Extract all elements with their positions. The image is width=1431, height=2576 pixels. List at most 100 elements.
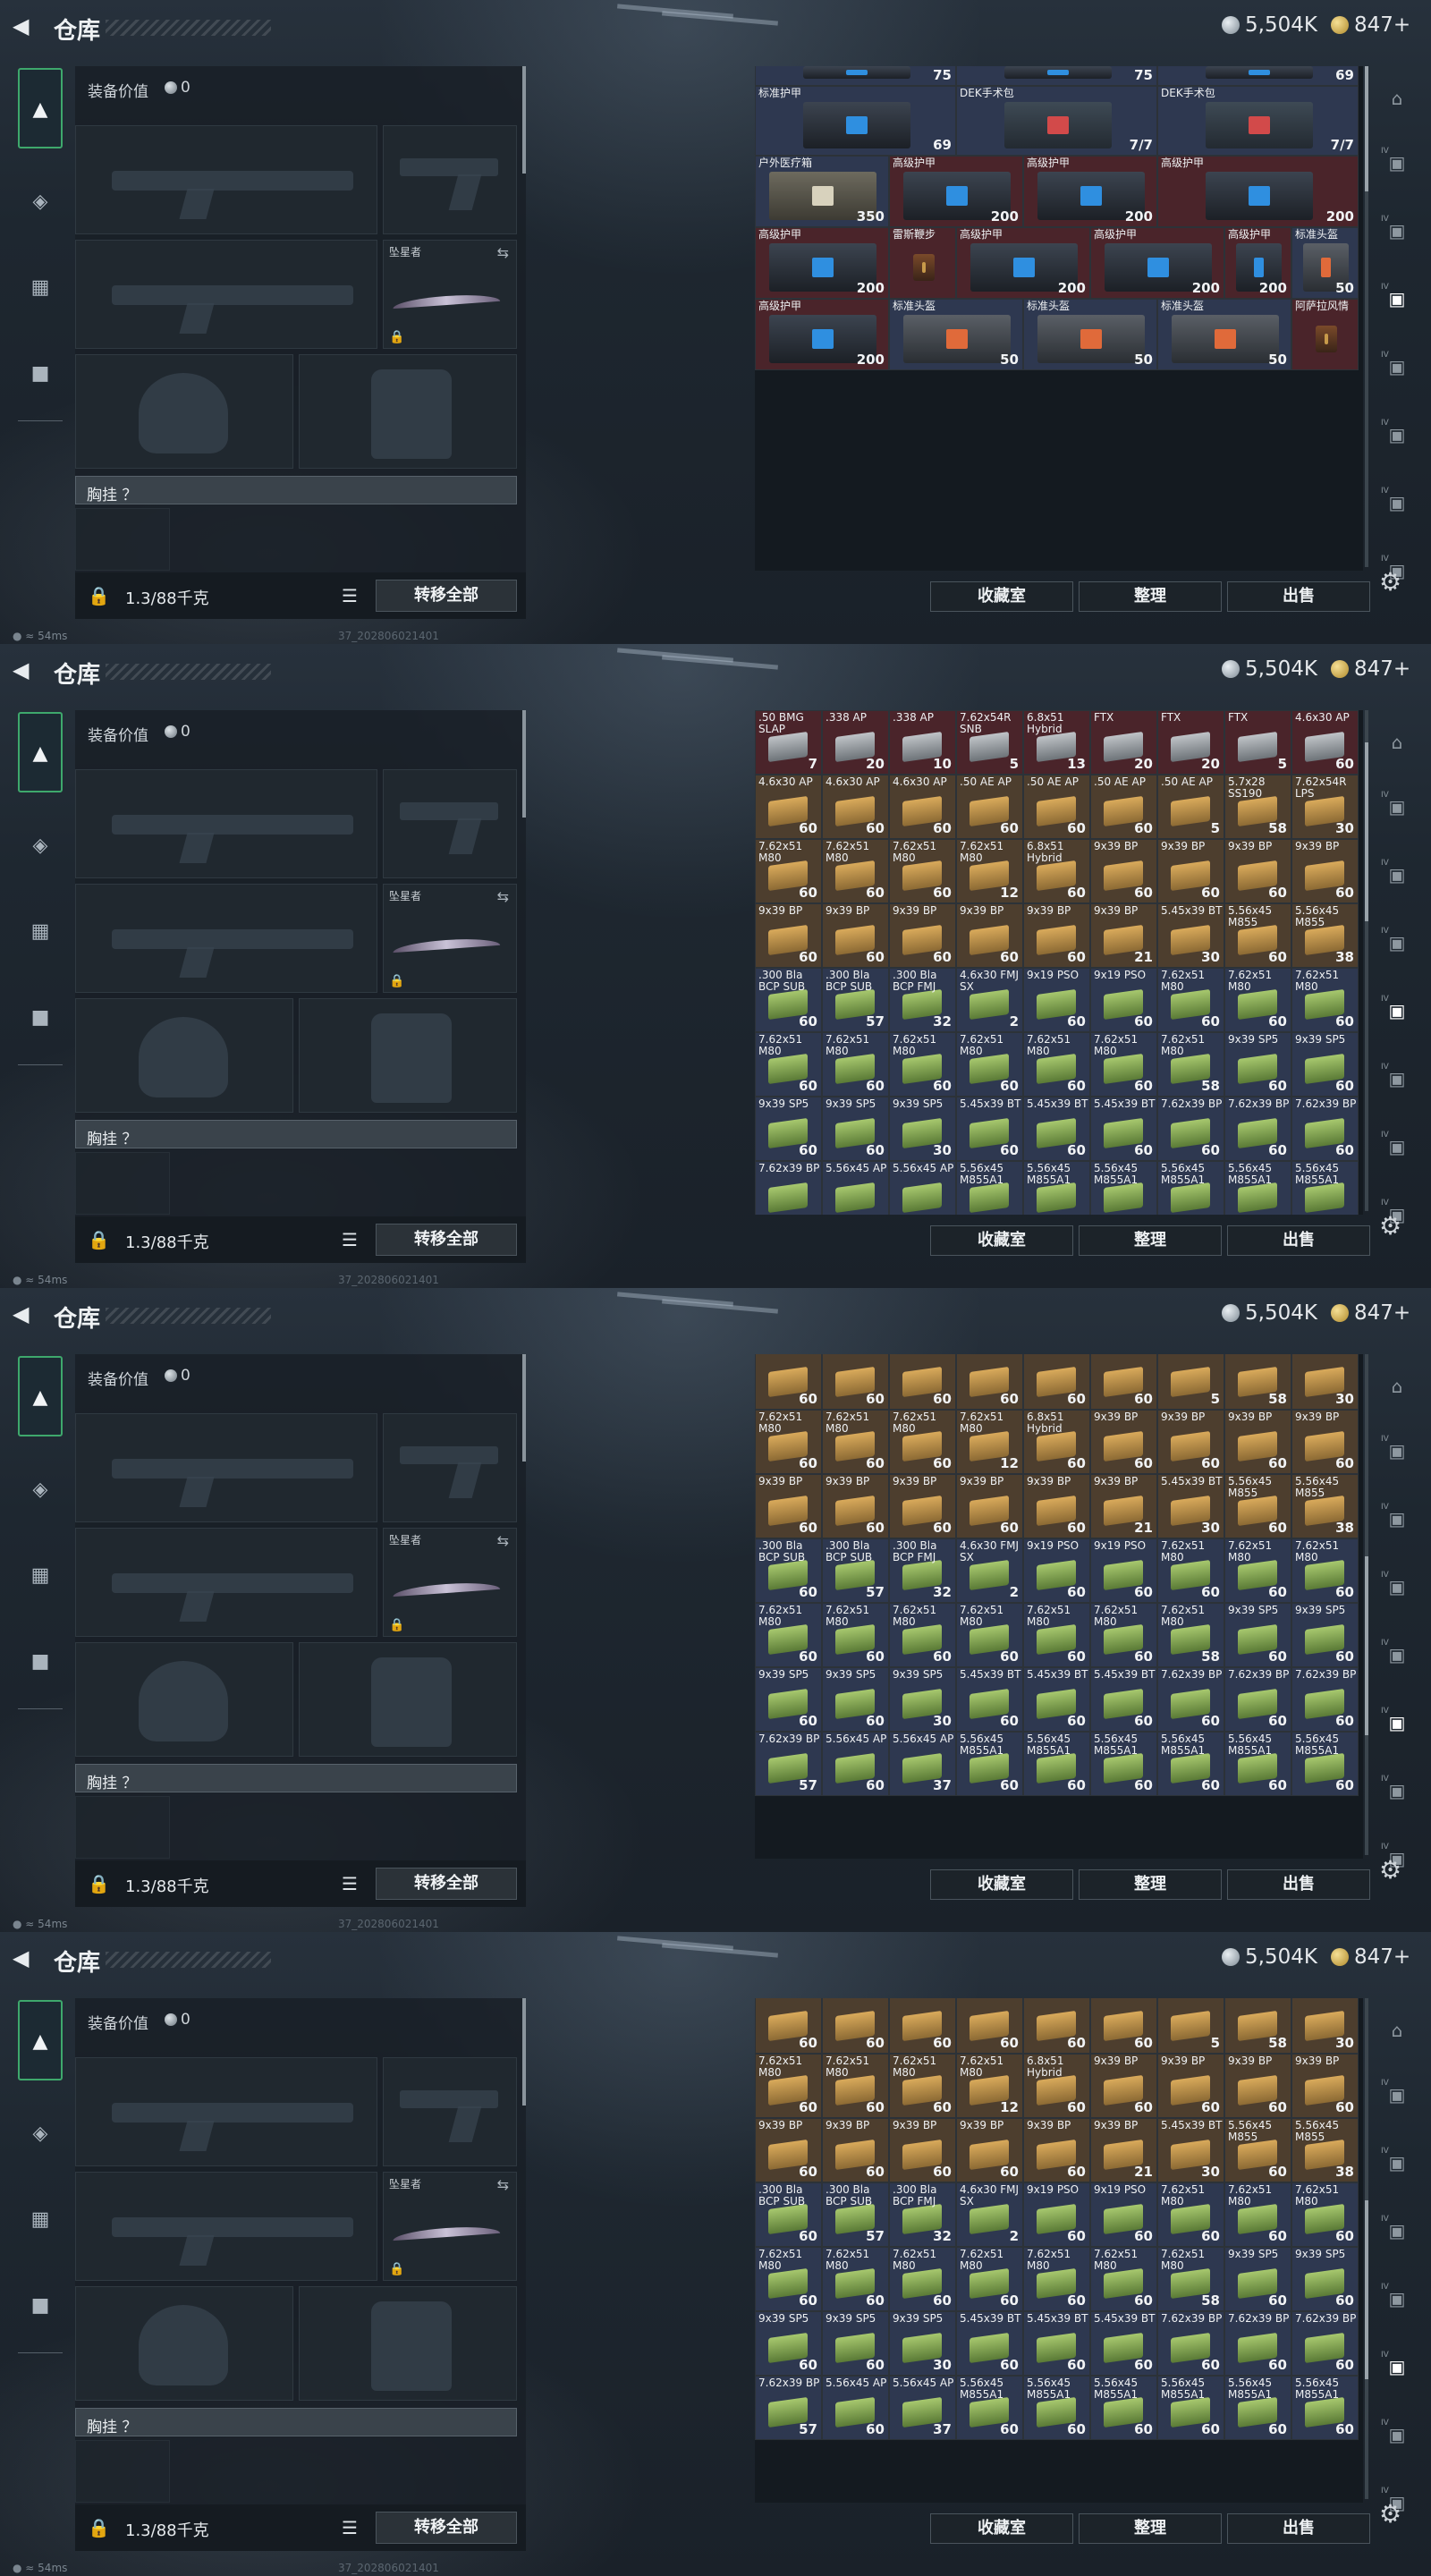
swap-icon[interactable]: ⇆ (497, 888, 509, 905)
stash-item[interactable]: 高级护甲 200 (1157, 156, 1359, 227)
primary-weapon-slot[interactable] (75, 125, 377, 234)
stash-item[interactable]: 7.62x51 M80 60 (889, 1032, 956, 1097)
stash-item[interactable]: 7.62x51 M80 60 (1291, 2182, 1359, 2247)
stash-item[interactable]: 9x39 BP 60 (1291, 1410, 1359, 1474)
sort-button[interactable]: 整理 (1079, 1869, 1222, 1900)
stash-item[interactable]: 5.56x45 M855A1 60 (1224, 1732, 1291, 1796)
stash-item[interactable]: 5.56x45 M855A1 60 (956, 2376, 1023, 2440)
melee-slot[interactable]: 坠星者 ⇆ 🔒 (383, 240, 517, 349)
gold-currency[interactable]: 847+ (1331, 1945, 1410, 1969)
stash-item[interactable]: 7.62x51 M80 60 (822, 1410, 889, 1474)
armor-tab-icon[interactable]: ◈ (18, 826, 63, 866)
weapon-tab-icon[interactable]: ▲ (18, 1356, 63, 1436)
stash-item[interactable]: 5.56x45 M855A1 60 (1023, 1732, 1090, 1796)
stash-item[interactable]: 60 (956, 1998, 1023, 2054)
stash-item[interactable]: .300 Bla BCP SUB 57 (822, 1538, 889, 1603)
stash-item[interactable]: .300 Bla BCP FMJ 32 (889, 1538, 956, 1603)
stash-item[interactable]: 7.62x51 M80 60 (755, 839, 822, 903)
stash-item[interactable]: .50 AE AP 60 (956, 775, 1023, 839)
stash-item[interactable]: .300 Bla BCP SUB 60 (755, 2182, 822, 2247)
stash-tab-4[interactable]: IV ▣ (1381, 995, 1413, 1029)
stash-tab-2[interactable]: IV ▣ (1381, 859, 1413, 893)
stash-item[interactable]: 7.62x51 M80 60 (1023, 2247, 1090, 2311)
stash-item[interactable]: 9x39 BP 60 (822, 2118, 889, 2182)
chest-rig-slot[interactable] (75, 508, 170, 571)
stash-item[interactable]: 5.56x45 AP 60 (822, 2376, 889, 2440)
swap-icon[interactable]: ⇆ (497, 2176, 509, 2193)
stash-item[interactable]: 5.56x45 AP 60 (822, 1732, 889, 1796)
stash-scroll-thumb[interactable] (1365, 1556, 1368, 1735)
stash-item[interactable]: 5.56x45 M855 38 (1291, 903, 1359, 968)
stash-item[interactable]: 7.62x51 M80 60 (889, 1603, 956, 1667)
sort-button[interactable]: 整理 (1079, 2513, 1222, 2544)
secondary-weapon-slot[interactable] (75, 240, 377, 349)
stash-tab-5[interactable]: IV ▣ (1381, 1707, 1413, 1741)
stash-item[interactable]: 5 (1157, 1998, 1224, 2054)
chest-rig-header[interactable]: 胸挂 ？ (75, 1120, 517, 1148)
chest-rig-slot[interactable] (75, 1796, 170, 1859)
stash-item[interactable]: 5.56x45 M855 60 (1224, 903, 1291, 968)
stash-home-icon[interactable]: ⌂ (1381, 732, 1413, 760)
stash-item[interactable]: 9x39 SP5 60 (755, 1097, 822, 1161)
stash-item[interactable]: 5.56x45 M855A1 (956, 1161, 1023, 1215)
stash-item[interactable]: 75 (956, 66, 1157, 86)
stash-item[interactable]: 5.56x45 M855A1 (1291, 1161, 1359, 1215)
stash-item[interactable]: 高级护甲 200 (1023, 156, 1157, 227)
stash-item[interactable]: 7.62x39 BP 57 (755, 1732, 822, 1796)
stash-item[interactable]: 7.62x39 BP 57 (755, 2376, 822, 2440)
pistol-slot[interactable] (383, 1413, 517, 1522)
settings-gear-icon[interactable]: ⚙ (1379, 1211, 1401, 1241)
stash-item[interactable]: 阿萨拉风情 (1291, 299, 1359, 370)
weapon-tab-icon[interactable]: ▲ (18, 68, 63, 148)
stash-item[interactable]: 7.62x51 M80 60 (822, 1603, 889, 1667)
stash-item[interactable]: 9x39 BP 60 (1291, 2054, 1359, 2118)
stash-item[interactable]: 5.45x39 BT 30 (1157, 1474, 1224, 1538)
stash-item[interactable]: 7.62x39 BP 60 (1224, 1097, 1291, 1161)
stash-item[interactable]: .300 Bla BCP SUB 57 (822, 968, 889, 1032)
secondary-weapon-slot[interactable] (75, 884, 377, 993)
stash-item[interactable]: 5.56x45 M855A1 60 (1157, 2376, 1224, 2440)
stash-item[interactable]: 7.62x39 BP 60 (1224, 2311, 1291, 2376)
weapon-tab-icon[interactable]: ▲ (18, 712, 63, 792)
stash-item[interactable]: 5.56x45 M855A1 (1023, 1161, 1090, 1215)
transfer-all-button[interactable]: 转移全部 (376, 1224, 517, 1256)
stash-item[interactable]: 7.62x51 M80 60 (1023, 1603, 1090, 1667)
stash-item[interactable]: 9x39 BP 60 (755, 903, 822, 968)
stash-item[interactable]: 9x39 SP5 30 (889, 1097, 956, 1161)
stash-item[interactable]: 7.62x51 M80 60 (822, 2247, 889, 2311)
collection-room-button[interactable]: 收藏室 (930, 2513, 1073, 2544)
stash-item[interactable]: 69 (1157, 66, 1359, 86)
stash-item[interactable]: 5.45x39 BT 60 (1023, 2311, 1090, 2376)
stash-home-icon[interactable]: ⌂ (1381, 88, 1413, 116)
stash-item[interactable]: 9x39 SP5 60 (1224, 1603, 1291, 1667)
stash-item[interactable]: 5.56x45 M855A1 (1224, 1161, 1291, 1215)
stash-item[interactable]: 7.62x39 BP 60 (1291, 1097, 1359, 1161)
stash-item[interactable]: 9x39 SP5 60 (755, 2311, 822, 2376)
stash-item[interactable]: 5.56x45 M855 38 (1291, 2118, 1359, 2182)
stash-item[interactable]: FTX 20 (1090, 710, 1157, 775)
stash-item[interactable]: 9x39 BP 60 (956, 2118, 1023, 2182)
gold-currency[interactable]: 847+ (1331, 657, 1410, 681)
collection-room-button[interactable]: 收藏室 (930, 1225, 1073, 1256)
stash-tab-1[interactable]: IV ▣ (1381, 791, 1413, 825)
stash-item[interactable]: 9x39 SP5 60 (1224, 2247, 1291, 2311)
stash-item[interactable]: 9x39 SP5 60 (822, 1097, 889, 1161)
stash-item[interactable]: 60 (1023, 1354, 1090, 1410)
list-icon[interactable]: ☰ (342, 585, 358, 606)
stash-item[interactable]: 7.62x54R LPS 30 (1291, 775, 1359, 839)
back-arrow-icon[interactable]: ◀ (13, 657, 39, 683)
stash-item[interactable]: 7.62x51 M80 60 (822, 1032, 889, 1097)
stash-tab-1[interactable]: IV ▣ (1381, 1435, 1413, 1469)
stash-item[interactable]: 7.62x51 M80 60 (889, 2054, 956, 2118)
stash-tab-5[interactable]: IV ▣ (1381, 2351, 1413, 2385)
stash-tab-6[interactable]: IV ▣ (1381, 1775, 1413, 1809)
stash-tab-6[interactable]: IV ▣ (1381, 487, 1413, 521)
stash-item[interactable]: 4.6x30 AP 60 (822, 775, 889, 839)
pistol-slot[interactable] (383, 125, 517, 234)
stash-item[interactable]: 7.62x51 M80 60 (1157, 968, 1224, 1032)
stash-item[interactable]: 60 (755, 1354, 822, 1410)
stash-item[interactable]: 7.62x51 M80 60 (956, 1603, 1023, 1667)
stash-item[interactable]: 7.62x51 M80 60 (1291, 968, 1359, 1032)
stash-item[interactable]: 5.45x39 BT 30 (1157, 903, 1224, 968)
collection-room-button[interactable]: 收藏室 (930, 1869, 1073, 1900)
